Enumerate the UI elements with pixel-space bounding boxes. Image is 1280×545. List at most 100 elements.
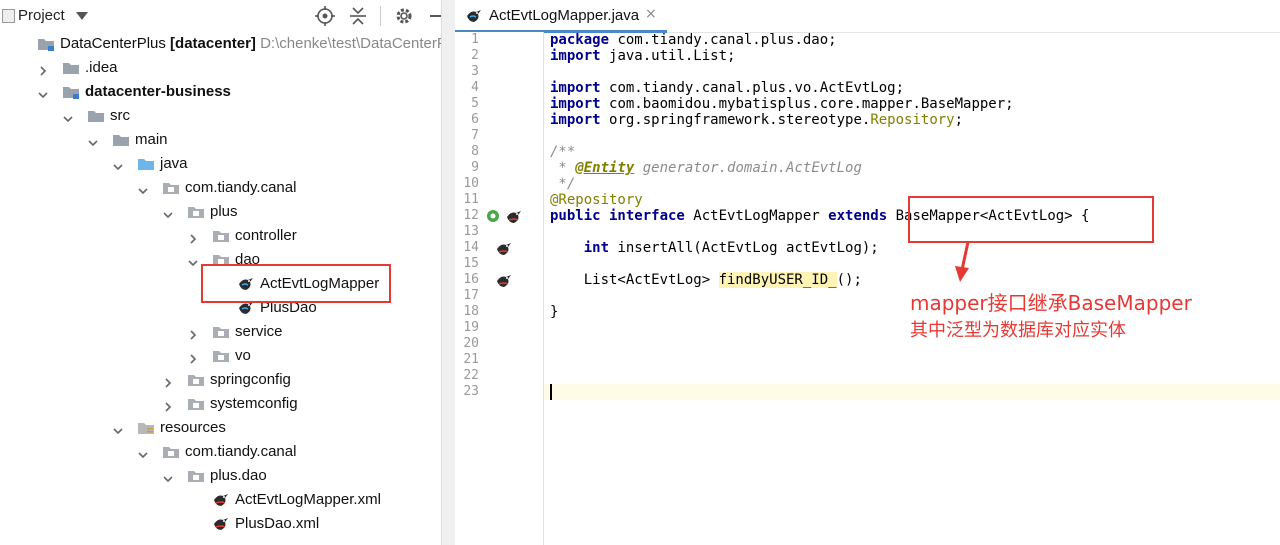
line-number: 10 (463, 176, 479, 191)
tree-item-label: main (135, 131, 168, 148)
line-number: 20 (463, 336, 479, 351)
folder-icon (62, 59, 80, 77)
implemented-icon[interactable] (485, 208, 503, 224)
collapse-all-icon[interactable] (347, 5, 369, 27)
mybatis-statement-gutter-icon[interactable] (495, 272, 513, 288)
tree-item-text: springconfig (210, 371, 291, 388)
chevron-down-icon[interactable] (137, 182, 149, 195)
package-icon (187, 203, 205, 221)
tree-item-idea[interactable]: .idea (0, 56, 443, 80)
tree-item-text: DataCenterPlus (60, 35, 166, 52)
code-token: * (550, 160, 576, 176)
code-line: /** (550, 144, 575, 160)
project-panel-icon (2, 9, 15, 23)
tab-actevtlogmapper[interactable]: ActEvtLogMapper.java × (455, 0, 667, 33)
chevron-right-icon[interactable] (162, 398, 174, 412)
code-token: com.tiandy.canal.plus.vo.ActEvtLog; (609, 80, 905, 96)
current-line-highlight (455, 384, 1280, 400)
module-path: D:\chenke\test\DataCenterPlu (255, 35, 443, 52)
tree-item-text: java (160, 155, 188, 172)
tree-item-text: src (110, 107, 130, 124)
chevron-down-icon[interactable] (162, 470, 174, 483)
tree-item-label: src (110, 107, 130, 124)
code-token: package (550, 32, 618, 48)
tree-item-datacenterplus[interactable]: DataCenterPlus [datacenter] D:\chenke\te… (0, 32, 443, 56)
code-line: import com.tiandy.canal.plus.vo.ActEvtLo… (550, 80, 904, 96)
tree-item-plusdao-xml[interactable]: PlusDao.xml (0, 512, 443, 536)
tree-item-springconfig[interactable]: springconfig (0, 368, 443, 392)
tree-item-com-tiandy-canal[interactable]: com.tiandy.canal (0, 176, 443, 200)
callout-arrow (955, 241, 970, 282)
package-icon (212, 323, 230, 341)
code-token: import (550, 48, 610, 64)
mybatis-xml-icon (212, 491, 230, 509)
tree-item-java[interactable]: java (0, 152, 443, 176)
tree-item-text: ActEvtLogMapper.xml (235, 491, 381, 508)
mybatis-mapper-gutter-icon[interactable] (505, 208, 523, 224)
chevron-down-icon[interactable] (62, 110, 74, 123)
tree-item-text: plus (210, 203, 238, 220)
tree-item-label: com.tiandy.canal (185, 179, 296, 196)
resources-folder-icon (137, 419, 155, 437)
tree-item-label: vo (235, 347, 251, 364)
module-suffix: [datacenter] (165, 35, 256, 52)
tree-item-actevtlogmapper-xml[interactable]: ActEvtLogMapper.xml (0, 488, 443, 512)
chevron-down-icon[interactable] (37, 86, 49, 99)
tree-item-text: vo (235, 347, 251, 364)
locate-icon[interactable] (314, 5, 336, 27)
tree-item-datacenter-business[interactable]: datacenter-business (0, 80, 443, 104)
tree-item-main[interactable]: main (0, 128, 443, 152)
close-icon[interactable]: × (645, 6, 657, 22)
tree-item-plus[interactable]: plus (0, 200, 443, 224)
chevron-right-icon[interactable] (187, 230, 199, 244)
line-number: 22 (463, 368, 479, 383)
code-line: @Repository (550, 192, 643, 208)
line-number: 1 (471, 32, 479, 47)
tree-item-service[interactable]: service (0, 320, 443, 344)
gear-icon[interactable] (393, 5, 415, 27)
chevron-down-icon[interactable] (87, 134, 99, 147)
chevron-down-icon[interactable] (76, 12, 88, 20)
line-number: 6 (471, 112, 479, 127)
tree-item-resources[interactable]: resources (0, 416, 443, 440)
chevron-down-icon[interactable] (162, 206, 174, 219)
project-view-dropdown[interactable]: Project (18, 7, 65, 24)
tree-item-controller[interactable]: controller (0, 224, 443, 248)
chevron-down-icon[interactable] (137, 446, 149, 459)
tree-item-text: PlusDao.xml (235, 515, 320, 532)
tree-item-systemconfig[interactable]: systemconfig (0, 392, 443, 416)
chevron-right-icon[interactable] (187, 326, 199, 340)
annotation-line-1: mapper接口继承BaseMapper (910, 291, 1192, 315)
chevron-right-icon[interactable] (187, 350, 199, 364)
code-token: public interface (550, 208, 685, 224)
line-number: 11 (463, 192, 479, 207)
tree-item-label: plus (210, 203, 238, 220)
line-number: 17 (463, 288, 479, 303)
tree-item-plus-dao[interactable]: plus.dao (0, 464, 443, 488)
chevron-down-icon[interactable] (112, 422, 124, 435)
code-token: extends (828, 208, 888, 224)
project-panel-scrollbar[interactable] (441, 0, 456, 545)
tree-item-com-tiandy-canal[interactable]: com.tiandy.canal (0, 440, 443, 464)
chevron-down-icon[interactable] (187, 254, 199, 267)
highlight-box-basemapper (908, 196, 1154, 243)
code-line: * @Entity generator.domain.ActEvtLog (550, 160, 861, 176)
tree-item-src[interactable]: src (0, 104, 443, 128)
tree-item-text: com.tiandy.canal (185, 443, 297, 460)
chevron-down-icon[interactable] (112, 158, 124, 171)
line-number: 19 (463, 320, 479, 335)
code-token: ; (954, 112, 964, 128)
code-token: import (550, 96, 610, 112)
tree-item-label: service (235, 323, 283, 340)
line-number: 5 (471, 96, 479, 111)
chevron-right-icon[interactable] (37, 62, 49, 76)
tab-label: ActEvtLogMapper.java (489, 7, 640, 24)
tree-item-label: controller (235, 227, 297, 244)
tree-item-vo[interactable]: vo (0, 344, 443, 368)
tree-item-text: com.tiandy.canal (185, 179, 297, 196)
chevron-right-icon[interactable] (162, 374, 174, 388)
tree-item-text: systemconfig (210, 395, 298, 412)
line-number: 15 (463, 256, 479, 271)
tree-item-text: resources (160, 419, 226, 436)
mybatis-statement-gutter-icon[interactable] (495, 240, 513, 256)
